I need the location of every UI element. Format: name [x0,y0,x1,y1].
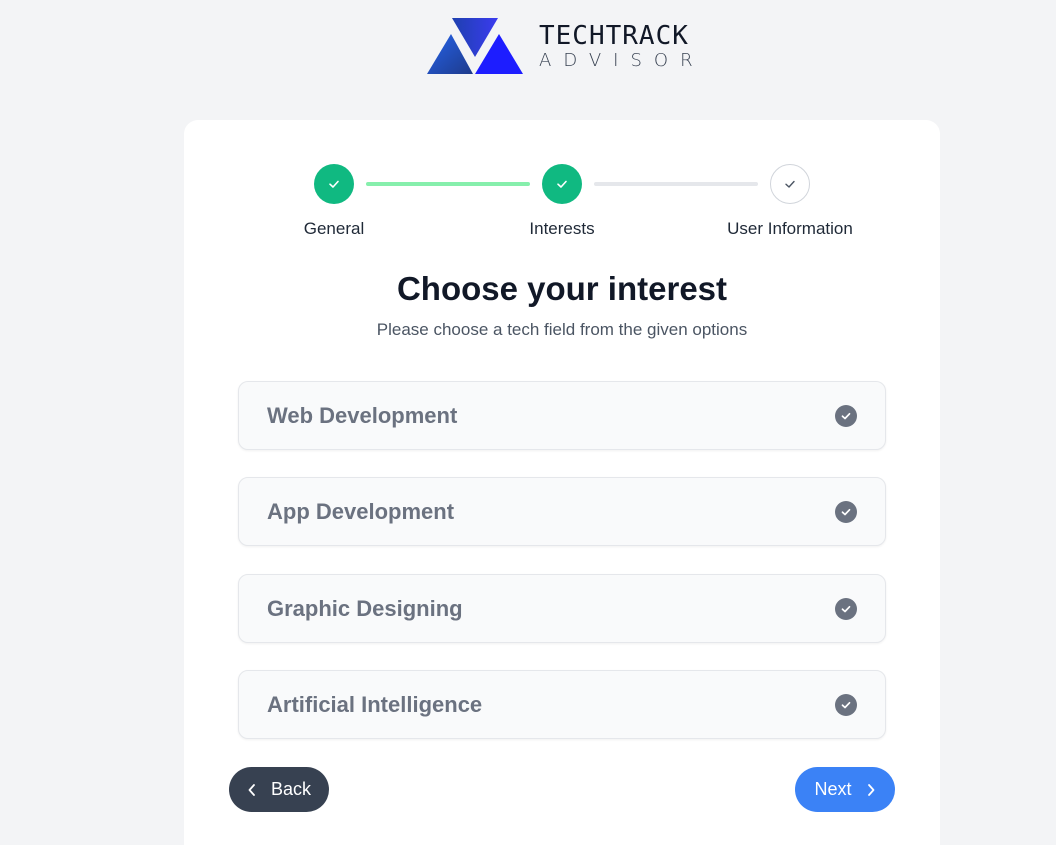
brand-title: TECHTRACK [539,21,689,51]
step-connector-2 [594,182,758,186]
option-label: Web Development [267,402,458,428]
option-artificial-intelligence[interactable]: Artificial Intelligence [238,670,886,739]
next-button[interactable]: Next [795,767,895,812]
step-interests-indicator[interactable] [542,164,582,204]
option-web-development[interactable]: Web Development [238,381,886,450]
check-icon [329,180,339,188]
progress-stepper: General Interests User Information [184,164,940,244]
option-label: Graphic Designing [267,595,463,621]
chevron-right-icon [866,783,876,797]
check-icon [785,180,795,188]
brand-logo: TECHTRACK ADVISOR [427,17,705,75]
chevron-left-icon [247,783,257,797]
triangles-logo-icon [427,18,523,74]
step-connector-1 [366,182,530,186]
check-circle-icon [835,500,857,523]
check-icon [557,180,567,188]
brand-subtitle: ADVISOR [539,50,705,71]
check-circle-icon [835,597,857,620]
next-button-label: Next [814,779,852,799]
page-title: Choose your interest [396,270,728,307]
step-general-indicator[interactable] [314,164,354,204]
back-button[interactable]: Back [229,767,329,812]
step-label-general: General [303,219,365,238]
step-user-information-indicator[interactable] [770,164,810,204]
option-label: Artificial Intelligence [267,691,483,717]
option-app-development[interactable]: App Development [238,477,886,546]
wizard-card: General Interests User Information Choos… [184,120,940,845]
step-label-user-information: User Information [727,219,853,238]
check-circle-icon [835,693,857,716]
check-circle-icon [835,404,857,427]
option-label: App Development [267,498,455,524]
page-subtitle: Please choose a tech field from the give… [376,320,748,339]
step-label-interests: Interests [529,219,595,238]
back-button-label: Back [270,779,312,799]
option-graphic-designing[interactable]: Graphic Designing [238,574,886,643]
